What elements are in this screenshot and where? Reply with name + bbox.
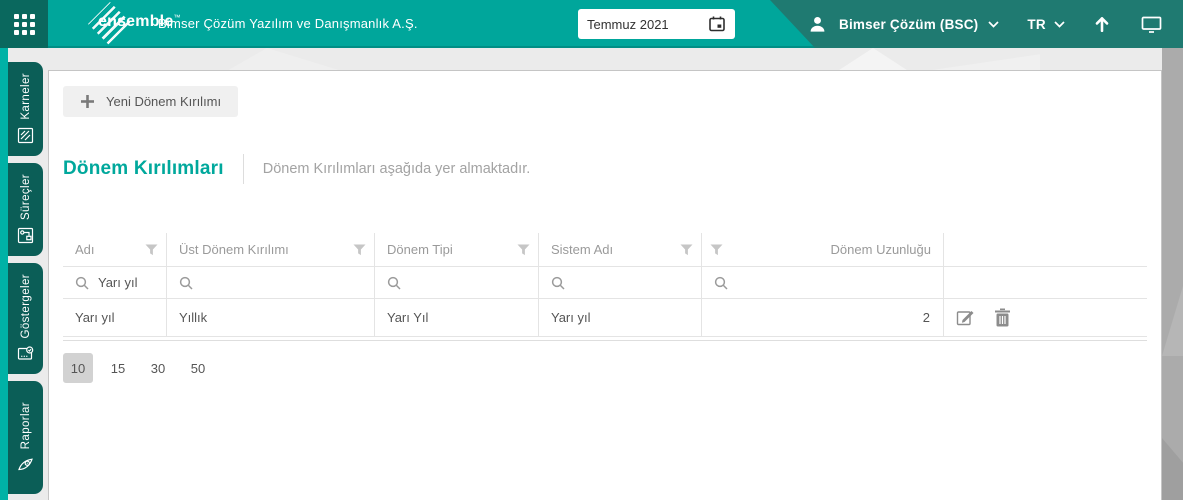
search-icon (551, 276, 565, 290)
page-size-10[interactable]: 10 (63, 353, 93, 383)
filter-funnel-icon[interactable] (517, 244, 530, 256)
search-icon (179, 276, 193, 290)
sidebar-item-karneler[interactable]: Karneler (8, 62, 43, 156)
language-selector[interactable]: TR (1027, 17, 1045, 32)
cell-sistem-adi: Yarı yıl (538, 299, 701, 337)
filter-input-donem-tipi[interactable] (410, 275, 509, 290)
indicator-icon (17, 345, 34, 362)
date-picker-value: Temmuz 2021 (587, 17, 669, 32)
background-triangle (225, 48, 345, 72)
cell-adi: Yarı yıl (63, 299, 166, 337)
chevron-down-icon[interactable] (1054, 21, 1065, 28)
column-header-label: Dönem Tipi (387, 242, 453, 257)
page-size-selector: 10 15 30 50 (63, 353, 1147, 383)
new-period-breakdown-label: Yeni Dönem Kırılımı (106, 94, 221, 109)
chevron-down-icon[interactable] (988, 21, 999, 28)
search-icon (387, 276, 401, 290)
search-icon (714, 276, 728, 290)
page-size-50[interactable]: 50 (183, 353, 213, 383)
upload-arrow-button[interactable] (1093, 15, 1111, 33)
column-header-donem-tipi[interactable]: Dönem Tipi (374, 233, 538, 267)
sidebar-item-label: Karneler (20, 73, 32, 120)
search-icon (75, 276, 89, 290)
topbar-right-section: Bimser Çözüm (BSC) TR (770, 0, 1183, 48)
cell-donem-uzunlugu: 2 (701, 299, 943, 337)
delete-button[interactable] (994, 308, 1011, 327)
scorecard-icon (17, 127, 34, 144)
column-header-label: Üst Dönem Kırılımı (179, 242, 289, 257)
column-header-ust-donem-kirilimi[interactable]: Üst Dönem Kırılımı (166, 233, 374, 267)
title-row: Dönem Kırılımları Dönem Kırılımları aşağ… (63, 154, 1147, 184)
page-title: Dönem Kırılımları (63, 158, 224, 180)
apps-grid-icon (14, 14, 35, 35)
column-header-donem-uzunlugu[interactable]: Dönem Uzunluğu (701, 233, 943, 267)
filter-cell-donem-tipi (374, 267, 538, 299)
filter-cell-sistem-adi (538, 267, 701, 299)
company-name: Bimser Çözüm Yazılım ve Danışmanlık A.Ş. (158, 0, 418, 48)
sidebar-item-label: Süreçler (20, 174, 32, 220)
app-launcher-button[interactable] (0, 0, 48, 48)
column-header-sistem-adi[interactable]: Sistem Adı (538, 233, 701, 267)
main-panel: Yeni Dönem Kırılımı Dönem Kırılımları Dö… (48, 70, 1162, 500)
sidebar-item-label: Raporlar (20, 402, 32, 449)
table-row: Yarı yıl Yıllık Yarı Yıl Yarı yıl 2 (63, 299, 1147, 337)
monitor-button[interactable] (1141, 15, 1162, 34)
topbar: ensemble™ Bimser Çözüm Yazılım ve Danışm… (0, 0, 1183, 48)
page-size-30[interactable]: 30 (143, 353, 173, 383)
filter-input-adi[interactable] (98, 275, 155, 290)
cell-ust-donem: Yıllık (166, 299, 374, 337)
background-facet (1162, 438, 1183, 500)
cell-actions (943, 299, 1147, 337)
sidebar-item-surecler[interactable]: Süreçler (8, 163, 43, 256)
edit-button[interactable] (956, 308, 975, 327)
filter-funnel-icon[interactable] (710, 244, 723, 256)
column-header-actions (943, 233, 1147, 267)
trash-icon (994, 308, 1011, 327)
process-icon (17, 227, 34, 244)
page-size-15[interactable]: 15 (103, 353, 133, 383)
column-header-label: Dönem Uzunluğu (831, 242, 935, 257)
sidebar-rail (0, 48, 8, 500)
table-bottom-border (63, 340, 1147, 341)
table-filter-row (63, 267, 1147, 299)
filter-cell-ust-donem (166, 267, 374, 299)
background-facet (1162, 286, 1183, 356)
filter-input-donem-uzunlugu-2[interactable] (737, 275, 890, 290)
period-breakdowns-table: Adı Üst Dönem Kırılımı Dönem Tipi Sistem… (63, 233, 1147, 341)
column-header-label: Sistem Adı (551, 242, 613, 257)
edit-icon (956, 308, 975, 327)
filter-input-ust-donem[interactable] (202, 275, 332, 290)
filter-funnel-icon[interactable] (145, 244, 158, 256)
filter-cell-adi (63, 267, 166, 299)
user-icon (808, 15, 827, 34)
filter-cell-donem-uzunlugu (701, 267, 943, 299)
table-header-row: Adı Üst Dönem Kırılımı Dönem Tipi Sistem… (63, 233, 1147, 267)
period-date-picker[interactable]: Temmuz 2021 (578, 9, 735, 39)
new-period-breakdown-button[interactable]: Yeni Dönem Kırılımı (63, 86, 238, 117)
column-header-adi[interactable]: Adı (63, 233, 166, 267)
sidebar-item-gostergeler[interactable]: Göstergeler (8, 263, 43, 374)
sidebar: Karneler Süreçler Göstergeler Raporlar (8, 62, 43, 494)
sidebar-item-label: Göstergeler (20, 274, 32, 338)
cell-donem-tipi: Yarı Yıl (374, 299, 538, 337)
title-divider (243, 154, 244, 184)
background-right-strip (1162, 48, 1183, 500)
user-menu[interactable]: Bimser Çözüm (BSC) (839, 17, 978, 32)
plus-icon (80, 94, 95, 109)
filter-input-donem-uzunlugu[interactable] (574, 275, 672, 290)
calendar-icon[interactable] (708, 15, 726, 33)
report-icon (17, 456, 34, 473)
column-header-label: Adı (75, 242, 95, 257)
filter-cell-actions (943, 267, 1147, 299)
filter-funnel-icon[interactable] (680, 244, 693, 256)
filter-funnel-icon[interactable] (353, 244, 366, 256)
sidebar-item-raporlar[interactable]: Raporlar (8, 381, 43, 494)
page-subtitle: Dönem Kırılımları aşağıda yer almaktadır… (263, 161, 531, 177)
